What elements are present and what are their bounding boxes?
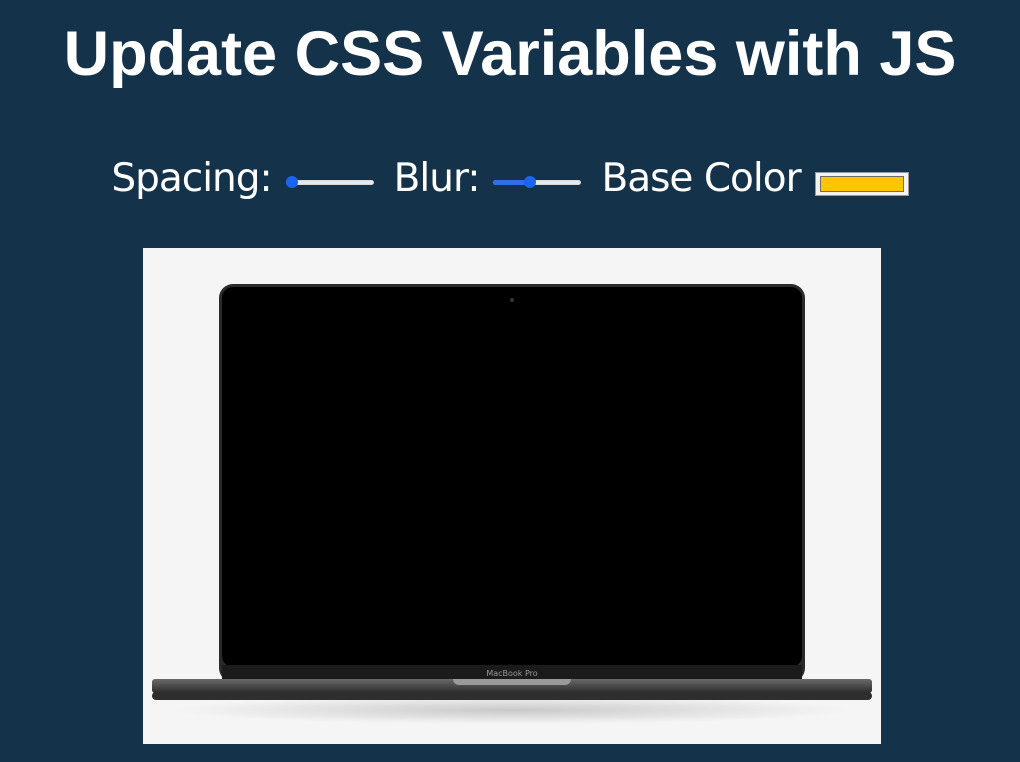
spacing-slider[interactable] (285, 174, 376, 190)
camera-icon (509, 297, 515, 303)
laptop-screen (222, 287, 802, 667)
blur-slider-thumb[interactable] (524, 176, 537, 188)
base-color-label: Base Color (601, 155, 801, 201)
laptop-shadow (172, 696, 852, 724)
laptop-image: MacBook Pro (143, 248, 881, 744)
blur-slider[interactable] (493, 174, 583, 190)
laptop-base-bottom (152, 692, 872, 700)
base-color-swatch (819, 176, 904, 192)
controls-bar: Spacing: Blur: Base Color (0, 150, 1020, 206)
spacing-slider-thumb[interactable] (285, 176, 298, 188)
base-color-picker[interactable] (814, 172, 909, 196)
laptop-notch (453, 679, 571, 685)
page-title: Update CSS Variables with JS (63, 19, 957, 89)
spacing-label: Spacing: (111, 155, 272, 201)
device-label: MacBook Pro (486, 669, 537, 678)
spacing-slider-track (285, 180, 374, 185)
blur-label: Blur: (393, 155, 481, 201)
laptop-illustration: MacBook Pro (152, 284, 872, 724)
